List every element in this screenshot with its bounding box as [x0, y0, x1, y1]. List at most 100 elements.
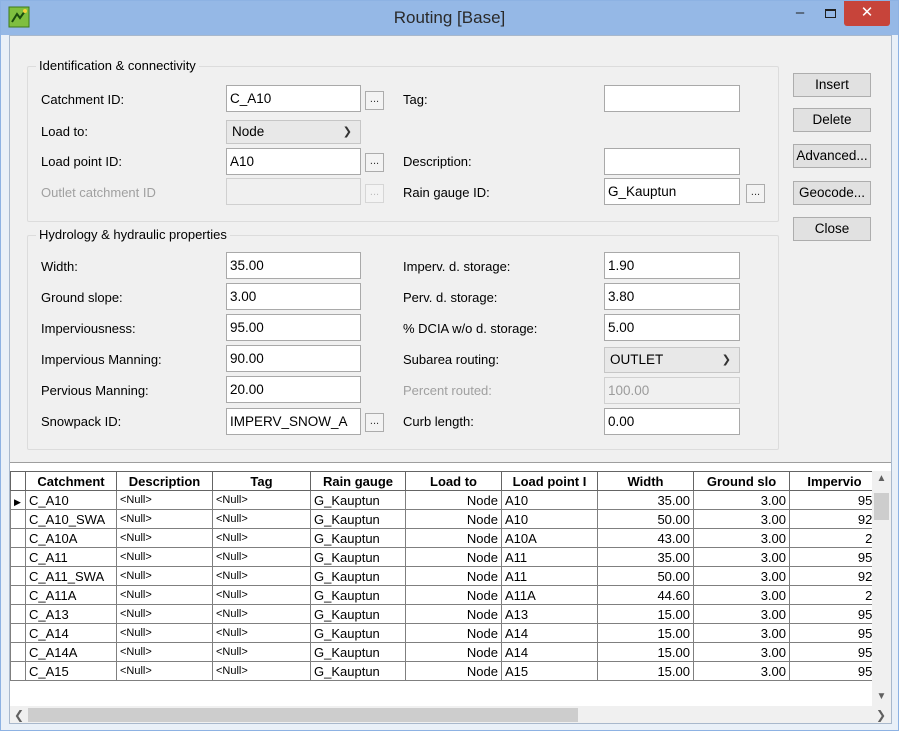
table-cell[interactable]: A10	[501, 490, 598, 510]
table-cell[interactable]: 95.	[789, 661, 880, 681]
table-cell[interactable]: A15	[501, 661, 598, 681]
table-cell[interactable]: <Null>	[212, 547, 311, 567]
row-selector[interactable]	[10, 623, 26, 643]
table-cell[interactable]: <Null>	[116, 528, 213, 548]
width-field[interactable]: 35.00	[226, 252, 361, 279]
table-cell[interactable]: G_Kauptun	[310, 528, 406, 548]
table-cell[interactable]: G_Kauptun	[310, 623, 406, 643]
table-cell[interactable]: Node	[405, 566, 502, 586]
table-cell[interactable]: 3.00	[693, 604, 790, 624]
table-cell[interactable]: 3.00	[693, 642, 790, 662]
row-selector[interactable]	[10, 566, 26, 586]
curb-length-field[interactable]: 0.00	[604, 408, 740, 435]
close-window-button[interactable]: ✕	[844, 1, 890, 26]
table-cell[interactable]: Node	[405, 585, 502, 605]
scroll-up-icon[interactable]: ▲	[872, 473, 891, 484]
title-bar[interactable]: Routing [Base] – ✕	[1, 1, 898, 35]
imperv-storage-field[interactable]: 1.90	[604, 252, 740, 279]
table-cell[interactable]: 95.	[789, 490, 880, 510]
table-cell[interactable]: <Null>	[212, 528, 311, 548]
imperviousness-field[interactable]: 95.00	[226, 314, 361, 341]
table-cell[interactable]: C_A14A	[25, 642, 117, 662]
table-cell[interactable]: <Null>	[212, 509, 311, 529]
minimize-button[interactable]: –	[785, 1, 815, 26]
maximize-button[interactable]	[815, 1, 845, 26]
table-cell[interactable]: 3.00	[693, 623, 790, 643]
catchment-id-browse-button[interactable]: ...	[365, 91, 384, 110]
advanced-button[interactable]: Advanced...	[793, 144, 871, 168]
table-cell[interactable]: <Null>	[116, 547, 213, 567]
scroll-left-icon[interactable]: ❮	[14, 706, 24, 723]
insert-button[interactable]: Insert	[793, 73, 871, 97]
subarea-routing-dropdown[interactable]: OUTLET ❯	[604, 347, 740, 373]
table-cell[interactable]: <Null>	[116, 509, 213, 529]
table-cell[interactable]: <Null>	[116, 623, 213, 643]
description-field[interactable]	[604, 148, 740, 175]
table-cell[interactable]: 3.00	[693, 661, 790, 681]
scroll-down-icon[interactable]: ▼	[872, 691, 891, 702]
table-cell[interactable]: 3.00	[693, 490, 790, 510]
table-cell[interactable]: G_Kauptun	[310, 661, 406, 681]
table-cell[interactable]: 95.	[789, 547, 880, 567]
pervious-manning-field[interactable]: 20.00	[226, 376, 361, 403]
load-to-dropdown[interactable]: Node ❯	[226, 120, 361, 144]
table-cell[interactable]: <Null>	[116, 490, 213, 510]
table-row[interactable]: C_A15 <Null> <Null> G_Kauptun Node A15 15.00 3.…	[10, 661, 880, 681]
table-cell[interactable]: G_Kauptun	[310, 490, 406, 510]
table-row[interactable]: C_A10_SWA <Null> <Null> G_Kauptun Node A10 50.…	[10, 509, 880, 529]
table-cell[interactable]: 50.00	[597, 509, 694, 529]
row-selector[interactable]: ▶	[10, 490, 26, 510]
vertical-scrollbar[interactable]: ▲ ▼	[872, 471, 891, 706]
table-cell[interactable]: A11	[501, 547, 598, 567]
table-cell[interactable]: 2.	[789, 528, 880, 548]
table-cell[interactable]: A11A	[501, 585, 598, 605]
table-cell[interactable]: A14	[501, 623, 598, 643]
column-header[interactable]: Impervio	[789, 471, 880, 491]
table-row[interactable]: C_A14 <Null> <Null> G_Kauptun Node A14 15.00 3.…	[10, 623, 880, 643]
row-selector[interactable]	[10, 585, 26, 605]
table-cell[interactable]: G_Kauptun	[310, 642, 406, 662]
row-selector[interactable]	[10, 642, 26, 662]
table-cell[interactable]: 15.00	[597, 604, 694, 624]
column-header[interactable]: Tag	[212, 471, 311, 491]
row-selector[interactable]	[10, 547, 26, 567]
row-selector[interactable]	[10, 604, 26, 624]
tag-field[interactable]	[604, 85, 740, 112]
table-cell[interactable]: 95.	[789, 642, 880, 662]
row-selector[interactable]	[10, 509, 26, 529]
scroll-right-icon[interactable]: ❯	[876, 706, 886, 723]
table-cell[interactable]: G_Kauptun	[310, 585, 406, 605]
delete-button[interactable]: Delete	[793, 108, 871, 132]
table-cell[interactable]: 35.00	[597, 547, 694, 567]
table-cell[interactable]: 92.	[789, 566, 880, 586]
table-cell[interactable]: Node	[405, 490, 502, 510]
table-cell[interactable]: 3.00	[693, 566, 790, 586]
table-cell[interactable]: A13	[501, 604, 598, 624]
dcia-field[interactable]: 5.00	[604, 314, 740, 341]
column-header[interactable]: Description	[116, 471, 213, 491]
table-cell[interactable]: Node	[405, 547, 502, 567]
rain-gauge-id-field[interactable]: G_Kauptun	[604, 178, 740, 205]
table-row[interactable]: ▶ C_A10 <Null> <Null> G_Kauptun Node A10 35.00 3…	[10, 490, 880, 510]
table-cell[interactable]: G_Kauptun	[310, 604, 406, 624]
table-cell[interactable]: <Null>	[212, 623, 311, 643]
table-cell[interactable]: 3.00	[693, 585, 790, 605]
column-header[interactable]: Width	[597, 471, 694, 491]
table-cell[interactable]: <Null>	[116, 604, 213, 624]
table-cell[interactable]: C_A15	[25, 661, 117, 681]
table-cell[interactable]: 50.00	[597, 566, 694, 586]
column-header[interactable]: Rain gauge	[310, 471, 406, 491]
vertical-scroll-thumb[interactable]	[874, 493, 889, 520]
perv-storage-field[interactable]: 3.80	[604, 283, 740, 310]
table-row[interactable]: C_A13 <Null> <Null> G_Kauptun Node A13 15.00 3.…	[10, 604, 880, 624]
table-cell[interactable]: G_Kauptun	[310, 566, 406, 586]
column-header[interactable]: Load point I	[501, 471, 598, 491]
table-cell[interactable]: C_A11_SWA	[25, 566, 117, 586]
table-cell[interactable]: 3.00	[693, 528, 790, 548]
table-cell[interactable]: 43.00	[597, 528, 694, 548]
table-cell[interactable]: Node	[405, 604, 502, 624]
rain-gauge-id-browse-button[interactable]: ...	[746, 184, 765, 203]
column-header[interactable]: Ground slo	[693, 471, 790, 491]
snowpack-id-field[interactable]: IMPERV_SNOW_A	[226, 408, 361, 435]
horizontal-scrollbar[interactable]: ❮ ❯	[10, 706, 891, 723]
